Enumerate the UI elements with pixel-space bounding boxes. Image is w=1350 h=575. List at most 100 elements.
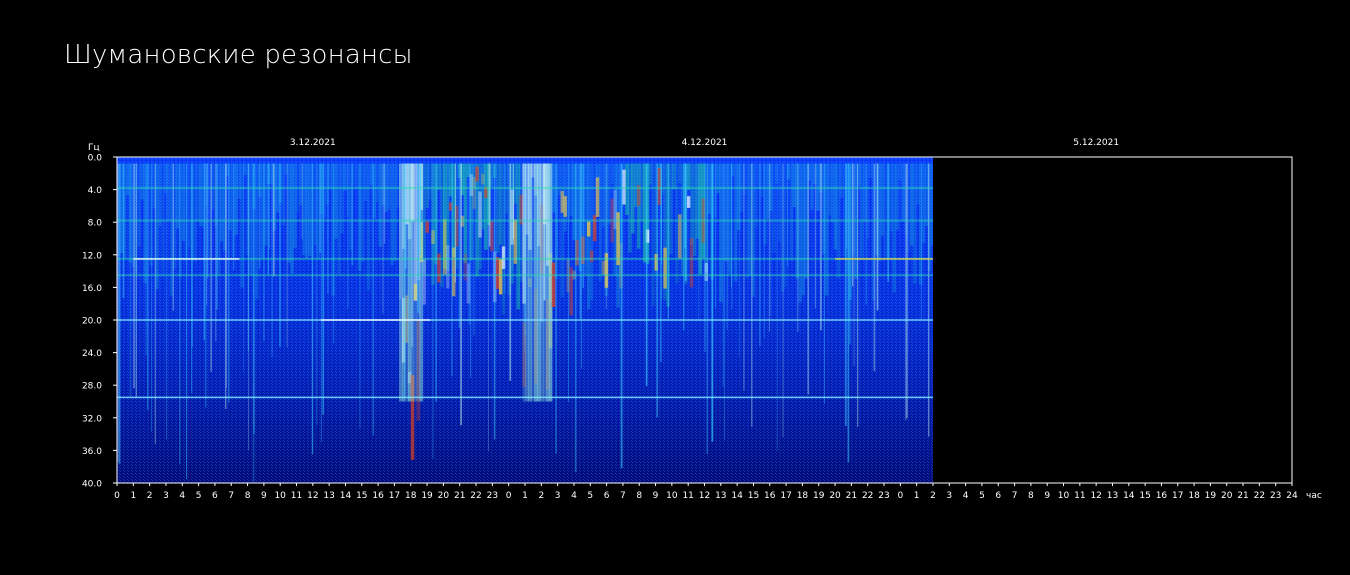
spectrogram-chart: 0.0 4.0 8.0 12.0 16.0 20.0 24.0 28.0 32.0 36.0 40.… <box>82 138 1322 501</box>
date-label: 5.12.2021 <box>1073 138 1119 148</box>
intensity-hotspot <box>425 221 429 233</box>
x-tick-label: 9 <box>261 491 267 501</box>
x-tick-label: 4 <box>179 491 185 501</box>
x-tick-label: 18 <box>405 491 417 501</box>
x-tick-label: 15 <box>1139 491 1150 501</box>
x-tick-label: 6 <box>995 491 1001 501</box>
x-tick-label: 22 <box>470 491 481 501</box>
x-tick-label: 3 <box>946 491 952 501</box>
x-tick-label: 11 <box>1074 491 1085 501</box>
x-tick-label: 16 <box>372 491 384 501</box>
x-tick-label: 21 <box>454 491 465 501</box>
x-tick-label: 12 <box>307 491 318 501</box>
x-tick-label: 14 <box>1123 491 1135 501</box>
x-tick-label: 12 <box>1090 491 1101 501</box>
x-tick-label: 3 <box>555 491 561 501</box>
x-tick-label: 6 <box>604 491 610 501</box>
x-tick-label: 9 <box>1044 491 1050 501</box>
date-label: 4.12.2021 <box>682 138 728 148</box>
x-tick-label: 24 <box>1286 491 1298 501</box>
x-axis-label: час <box>1306 491 1322 501</box>
y-tick-label: 8.0 <box>88 219 103 229</box>
x-tick-label: 1 <box>914 491 920 501</box>
x-tick-label: 0 <box>897 491 903 501</box>
x-tick-label: 15 <box>356 491 367 501</box>
intensity-hotspot <box>422 259 427 305</box>
x-tick-label: 1 <box>130 491 136 501</box>
x-tick-label: 16 <box>1156 491 1168 501</box>
x-tick-label: 18 <box>797 491 809 501</box>
x-tick-label: 6 <box>212 491 218 501</box>
x-tick-label: 5 <box>196 491 202 501</box>
y-axis-label: Гц <box>88 143 100 153</box>
x-tick-label: 4 <box>571 491 577 501</box>
y-tick-label: 28.0 <box>82 382 102 392</box>
x-tick-label: 8 <box>245 491 251 501</box>
x-tick-label: 14 <box>340 491 352 501</box>
spectrogram-plot <box>117 157 933 483</box>
x-tick-label: 18 <box>1188 491 1200 501</box>
x-tick-label: 13 <box>323 491 334 501</box>
intensity-hotspot <box>446 245 450 289</box>
intensity-column <box>728 163 732 274</box>
x-tick-label: 13 <box>715 491 726 501</box>
y-tick-label: 32.0 <box>82 414 102 424</box>
x-tick-label: 20 <box>438 491 450 501</box>
x-tick-label: 22 <box>862 491 873 501</box>
y-tick-label: 16.0 <box>82 284 102 294</box>
x-tick-label: 10 <box>666 491 678 501</box>
intensity-hotspot <box>592 215 597 242</box>
x-tick-label: 19 <box>1205 491 1217 501</box>
intensity-column <box>930 163 933 246</box>
x-tick-label: 23 <box>1270 491 1281 501</box>
spectrogram-data <box>117 157 933 483</box>
x-tick-label: 21 <box>1237 491 1248 501</box>
x-tick-label: 10 <box>274 491 286 501</box>
x-tick-label: 5 <box>587 491 593 501</box>
intensity-column <box>783 163 788 288</box>
intensity-column <box>463 163 468 264</box>
x-tick-label: 23 <box>487 491 498 501</box>
intensity-hotspot <box>490 220 494 252</box>
x-tick-label: 14 <box>731 491 743 501</box>
y-tick-label: 36.0 <box>82 447 102 457</box>
x-tick-label: 8 <box>636 491 642 501</box>
x-tick-label: 19 <box>421 491 433 501</box>
x-tick-label: 23 <box>878 491 889 501</box>
x-tick-label: 2 <box>930 491 936 501</box>
x-tick-label: 7 <box>620 491 626 501</box>
y-tick-label: 12.0 <box>82 251 102 261</box>
x-tick-label: 5 <box>979 491 985 501</box>
x-tick-label: 2 <box>538 491 544 501</box>
x-tick-label: 17 <box>1172 491 1183 501</box>
intensity-hotspot <box>589 250 594 262</box>
x-tick-label: 2 <box>147 491 153 501</box>
x-tick-label: 17 <box>389 491 400 501</box>
y-tick-label: 4.0 <box>88 186 103 196</box>
x-tick-label: 16 <box>764 491 776 501</box>
x-tick-label: 15 <box>748 491 759 501</box>
x-tick-label: 4 <box>963 491 969 501</box>
x-tick-label: 1 <box>522 491 528 501</box>
x-tick-label: 17 <box>780 491 791 501</box>
x-tick-label: 9 <box>653 491 659 501</box>
y-tick-label: 0.0 <box>88 154 103 164</box>
x-tick-label: 0 <box>506 491 512 501</box>
x-tick-label: 19 <box>813 491 825 501</box>
x-tick-label: 12 <box>699 491 710 501</box>
y-tick-label: 24.0 <box>82 349 102 359</box>
x-tick-label: 3 <box>163 491 169 501</box>
x-tick-label: 20 <box>1221 491 1233 501</box>
x-tick-label: 8 <box>1028 491 1034 501</box>
x-tick-label: 0 <box>114 491 120 501</box>
x-tick-label: 11 <box>291 491 302 501</box>
x-tick-label: 11 <box>682 491 693 501</box>
x-tick-label: 13 <box>1107 491 1118 501</box>
x-tick-label: 7 <box>228 491 234 501</box>
x-tick-label: 21 <box>846 491 857 501</box>
y-tick-label: 40.0 <box>82 480 102 490</box>
x-tick-label: 20 <box>829 491 841 501</box>
date-label: 3.12.2021 <box>290 138 336 148</box>
x-tick-label: 10 <box>1058 491 1070 501</box>
y-tick-label: 20.0 <box>82 317 102 327</box>
